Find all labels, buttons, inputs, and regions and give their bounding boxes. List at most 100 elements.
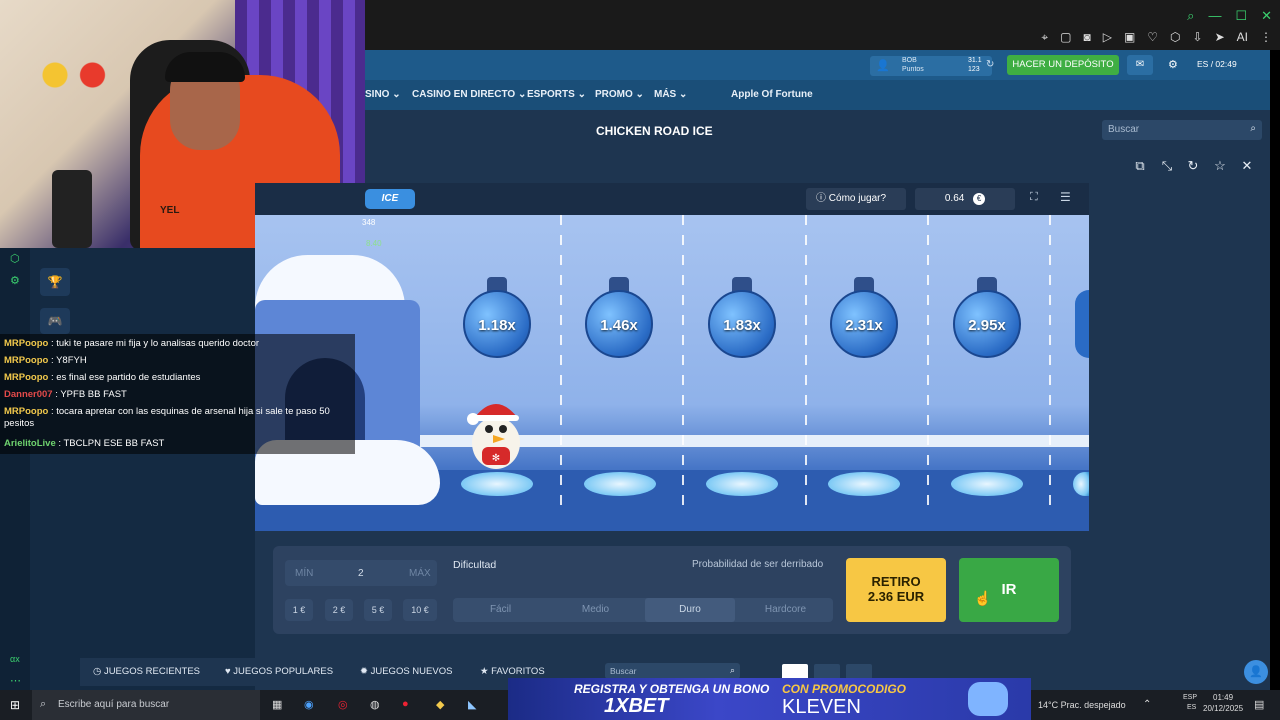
- link-icon[interactable]: ⬡: [10, 252, 20, 265]
- window-mode-icon[interactable]: ⧉: [1131, 157, 1149, 175]
- nav-more[interactable]: MÁS ⌄: [654, 80, 687, 110]
- browser-icon[interactable]: ◉: [304, 698, 314, 711]
- new-games-link[interactable]: ✹ JUEGOS NUEVOS: [360, 666, 452, 677]
- minimize-icon[interactable]: —: [1208, 8, 1221, 24]
- balance-value: 31.1: [968, 57, 982, 64]
- banner-text: CON PROMOCODIGO: [782, 682, 907, 696]
- messages-icon[interactable]: ✉: [1127, 55, 1153, 75]
- opera-icon[interactable]: ◎: [338, 698, 348, 711]
- wallet-icon[interactable]: ▣: [1124, 30, 1135, 45]
- robot-mascot: [968, 682, 1008, 716]
- nav-esports[interactable]: ESPORTS ⌄: [527, 80, 586, 110]
- language-time[interactable]: ES / 02:49: [1197, 59, 1237, 69]
- chat-message: ArielitoLive : TBCLPN ESE BB FAST: [4, 438, 165, 449]
- difficulty-easy[interactable]: Fácil: [453, 598, 548, 622]
- ice-pad: [584, 472, 656, 496]
- main-nav: SINO ⌄ CASINO EN DIRECTO ⌄ ESPORTS ⌄ PRO…: [365, 80, 1270, 110]
- favorite-star-icon[interactable]: ☆: [1211, 157, 1229, 175]
- account-box[interactable]: 👤 BOB Puntos 31.1 123: [870, 56, 992, 76]
- bottom-search-input[interactable]: Buscar ⌕: [605, 663, 740, 679]
- play-icon[interactable]: ▷: [1103, 30, 1112, 45]
- ice-pad: [828, 472, 900, 496]
- clock-time[interactable]: 01:49: [1213, 693, 1233, 702]
- close-window-icon[interactable]: ✕: [1261, 8, 1272, 24]
- search-icon[interactable]: ⌕: [1250, 123, 1256, 134]
- bet-value[interactable]: 2: [358, 568, 364, 579]
- nav-live-casino[interactable]: CASINO EN DIRECTO ⌄: [412, 80, 526, 110]
- shirt-text: YEL: [160, 205, 180, 216]
- quick-bet-5[interactable]: 5 €: [364, 599, 392, 621]
- close-game-icon[interactable]: ✕: [1238, 157, 1256, 175]
- toy-figures: [40, 55, 115, 95]
- reload-icon[interactable]: ↻: [1184, 157, 1202, 175]
- settings-icon[interactable]: ⚙: [1168, 58, 1178, 71]
- tray-arrow-icon[interactable]: ⌃: [1143, 699, 1151, 710]
- max-button[interactable]: MÁX: [409, 568, 431, 579]
- nav-promo[interactable]: PROMO ⌄: [595, 80, 644, 110]
- search-icon[interactable]: ⌕: [730, 665, 735, 676]
- notification-icon[interactable]: ▤: [1254, 698, 1264, 711]
- support-chat-icon[interactable]: 👤: [1244, 660, 1268, 684]
- multiplier-ornament: 2.31x: [830, 290, 898, 358]
- fullscreen-icon[interactable]: ⛶: [1030, 191, 1038, 204]
- refresh-icon[interactable]: ↻: [986, 59, 994, 70]
- cashout-label: RETIRO: [871, 574, 921, 589]
- difficulty-hard[interactable]: Duro: [645, 598, 735, 622]
- min-button[interactable]: MÍN: [295, 568, 313, 579]
- how-to-play-button[interactable]: ⓘ Cómo jugar?: [806, 188, 906, 210]
- app-icon[interactable]: ◆: [436, 698, 444, 711]
- trophy-icon[interactable]: 🏆: [40, 268, 70, 296]
- difficulty-label: Dificultad: [453, 559, 497, 571]
- streamer-hair: [165, 52, 245, 82]
- left-sidebar: 🏆 🎮: [30, 248, 255, 690]
- cursor-icon: ☝: [974, 590, 992, 606]
- sidebar-tag: αx: [10, 654, 20, 664]
- left-icon-strip: ⬡ ⚙ αx ⋯: [0, 248, 30, 690]
- search-icon: ⌕: [40, 698, 47, 710]
- popular-games-link[interactable]: ♥ JUEGOS POPULARES: [225, 666, 333, 677]
- chicken-character: ✻: [467, 404, 520, 469]
- game-header: ICE ⓘ Cómo jugar? 0.64 € ⛶ ☰: [255, 183, 1089, 215]
- menu-icon[interactable]: ⋮: [1260, 30, 1272, 45]
- pin-icon[interactable]: ⌖: [1041, 30, 1048, 45]
- more-icon[interactable]: ⋯: [10, 674, 21, 687]
- menu-icon[interactable]: ☰: [1060, 190, 1071, 204]
- task-view-icon[interactable]: ▦: [272, 698, 282, 711]
- taskbar-search[interactable]: ⌕ Escribe aquí para buscar: [32, 690, 260, 720]
- camera-icon[interactable]: ◙: [1083, 30, 1090, 45]
- gamepad-icon[interactable]: 🎮: [40, 308, 70, 334]
- currency-label: BOB: [902, 57, 917, 64]
- recent-games-link[interactable]: ◷ JUEGOS RECIENTES: [93, 666, 200, 677]
- multiplier-ornament: 1.18x: [463, 290, 531, 358]
- extensions-icon[interactable]: ⬡: [1170, 30, 1180, 45]
- keyboard-lang[interactable]: ESP: [1183, 694, 1197, 701]
- screenshot-icon[interactable]: ▢: [1060, 30, 1071, 45]
- send-icon[interactable]: ➤: [1215, 30, 1225, 45]
- difficulty-hardcore[interactable]: Hardcore: [738, 598, 833, 622]
- nav-apple-of-fortune[interactable]: Apple Of Fortune: [731, 80, 813, 110]
- favorites-link[interactable]: ★ FAVORITOS: [480, 666, 545, 677]
- heart-icon[interactable]: ♡: [1147, 30, 1158, 45]
- chat-message: MRPoopo : tuki te pasare mi fija y lo an…: [4, 338, 260, 349]
- windows-start-icon[interactable]: ⊞: [10, 698, 20, 712]
- difficulty-medium[interactable]: Medio: [548, 598, 643, 622]
- gear-icon[interactable]: ⚙: [10, 274, 20, 287]
- app-icon[interactable]: ●: [402, 698, 409, 710]
- search-icon[interactable]: ⌕: [1187, 8, 1194, 24]
- nav-casino[interactable]: SINO ⌄: [365, 80, 401, 110]
- bet-amount-input[interactable]: MÍN 2 MÁX: [285, 560, 437, 586]
- points-label: Puntos: [902, 66, 924, 73]
- search-input[interactable]: Buscar ⌕: [1102, 120, 1262, 140]
- gear-icon: ✹: [360, 666, 371, 677]
- maximize-icon[interactable]: ☐: [1235, 8, 1247, 24]
- download-icon[interactable]: ⇩: [1193, 30, 1203, 45]
- deposit-button[interactable]: HACER UN DEPÓSITO: [1007, 55, 1119, 75]
- quick-bet-10[interactable]: 10 €: [403, 599, 437, 621]
- steam-icon[interactable]: ◍: [370, 698, 380, 711]
- ai-icon[interactable]: AI: [1237, 30, 1248, 45]
- app-icon[interactable]: ◣: [468, 698, 476, 711]
- expand-icon[interactable]: ⤡: [1158, 157, 1176, 175]
- cashout-button[interactable]: RETIRO 2.36 EUR: [846, 558, 946, 622]
- quick-bet-1[interactable]: 1 €: [285, 599, 313, 621]
- quick-bet-2[interactable]: 2 €: [325, 599, 353, 621]
